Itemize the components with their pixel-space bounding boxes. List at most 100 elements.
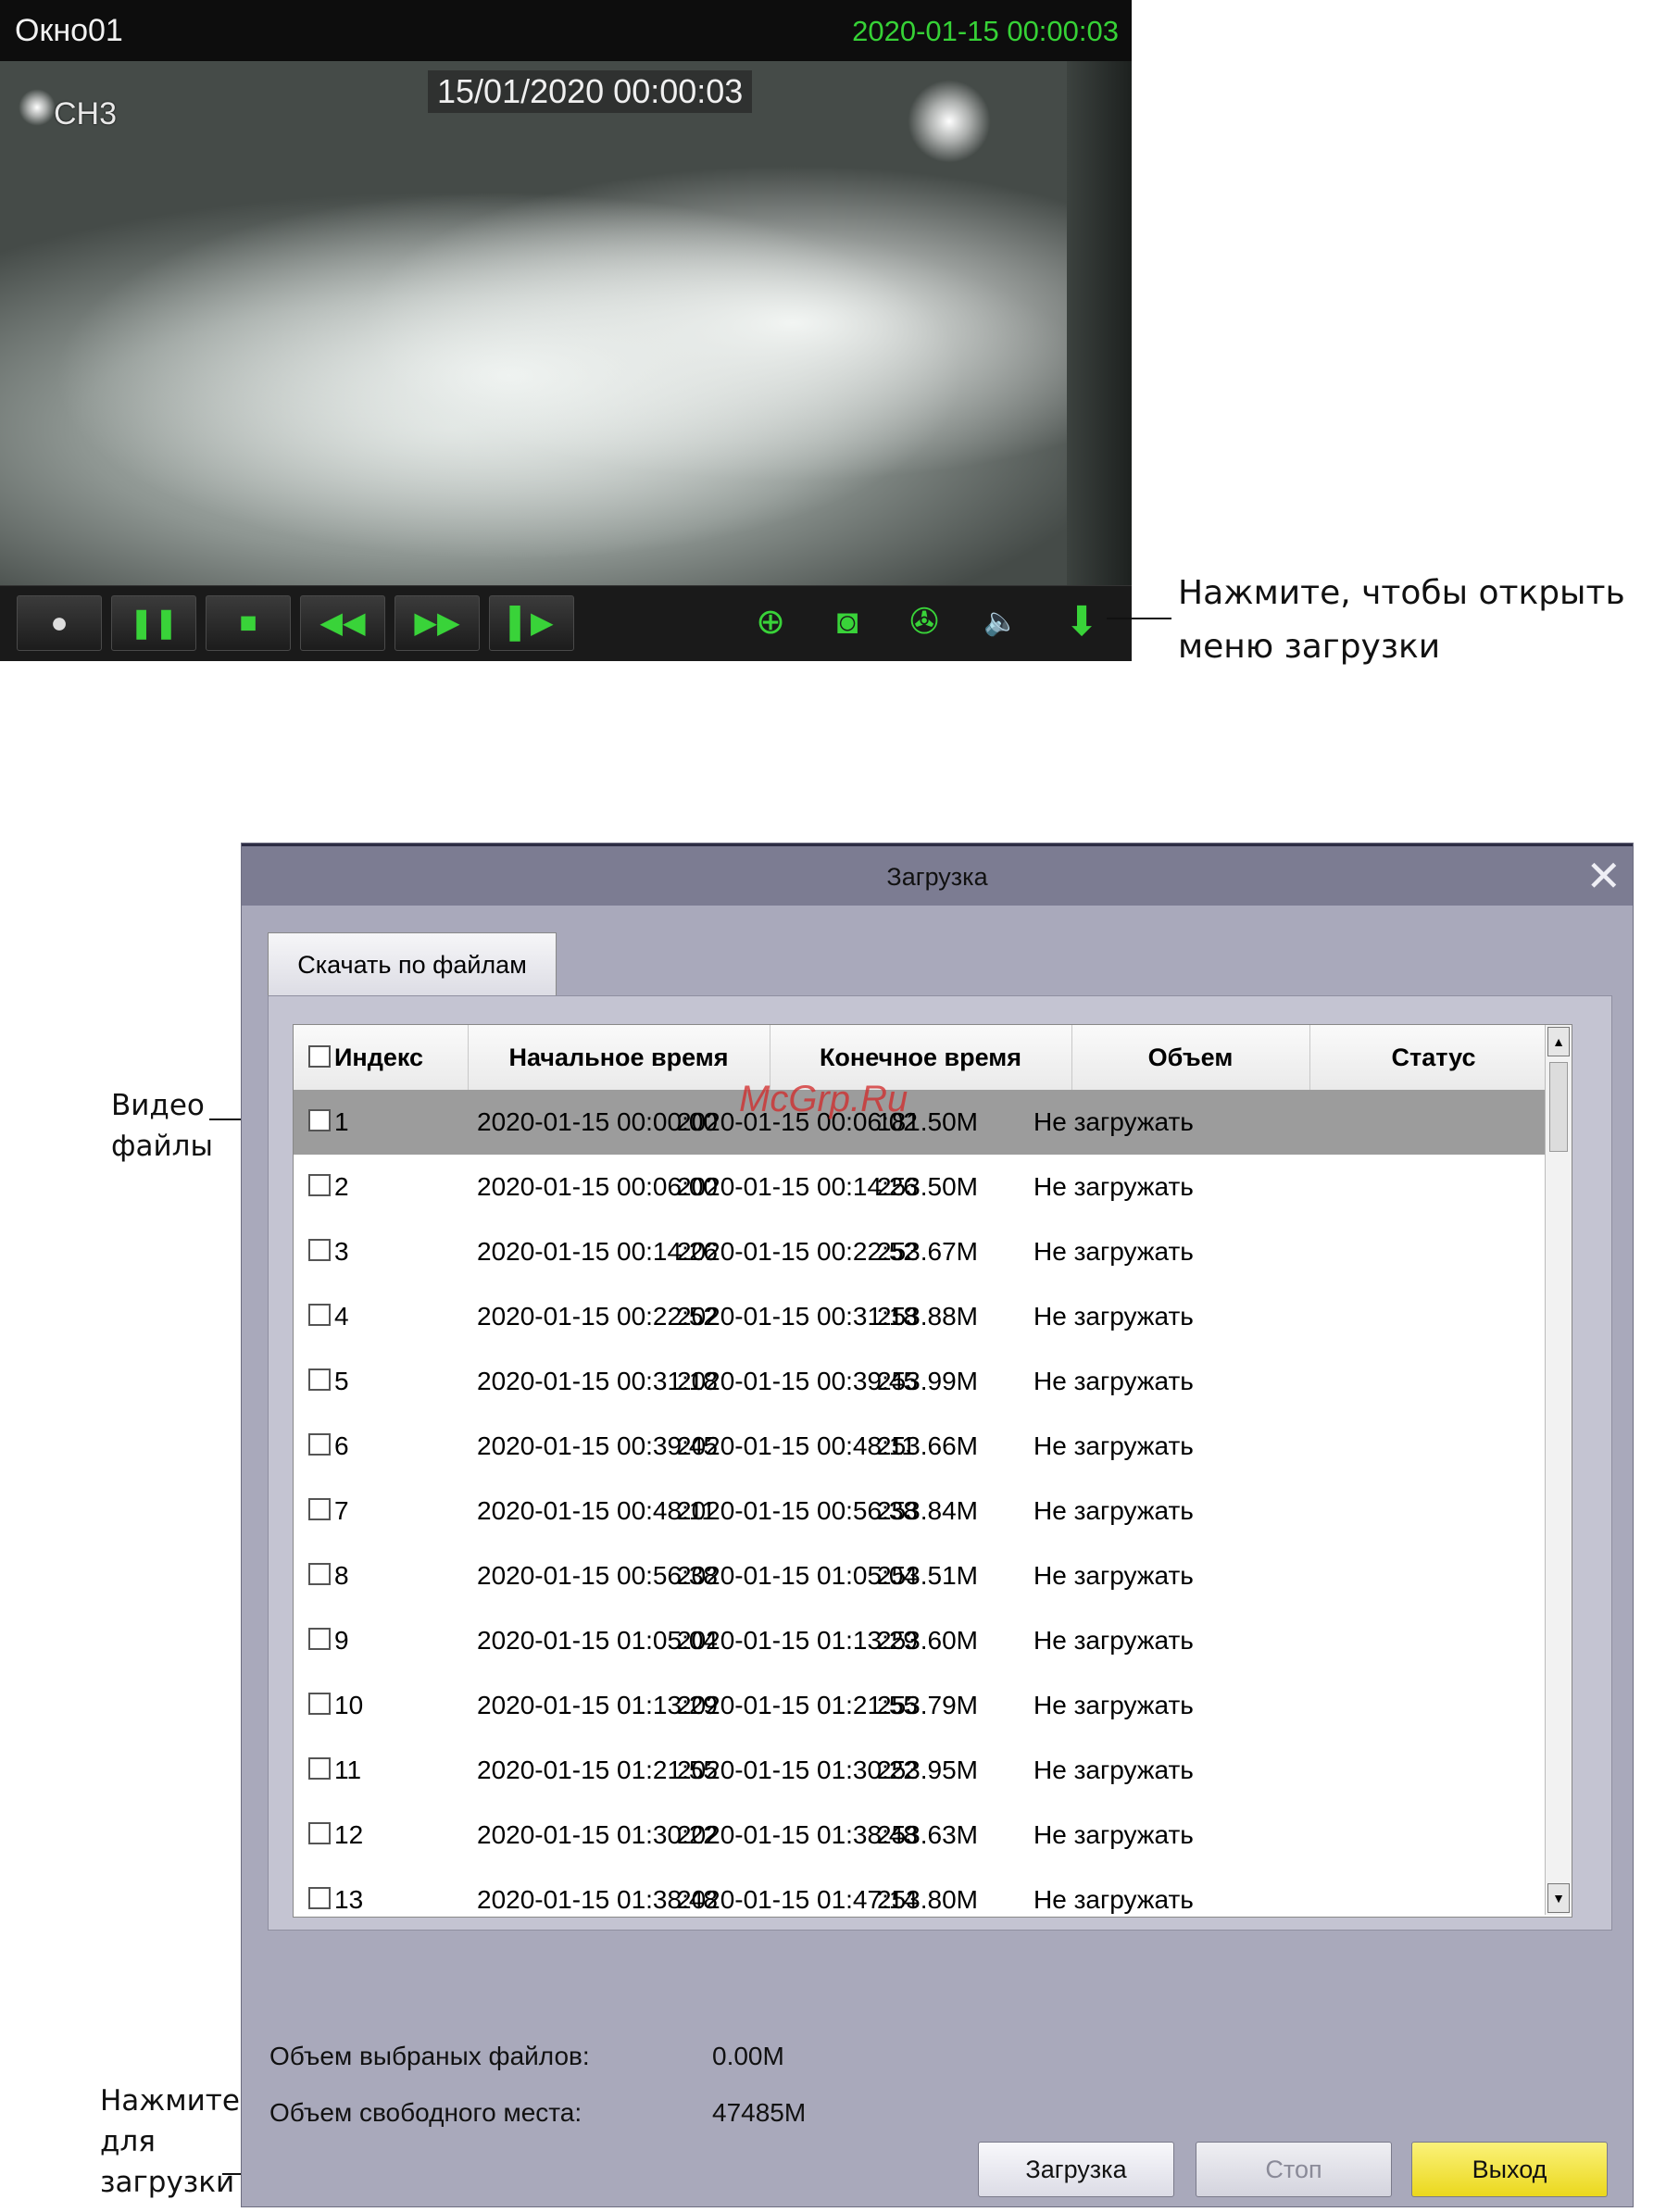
cell-size: 253.63M xyxy=(877,1820,978,1849)
cell-status: Не загружать xyxy=(1033,1756,1194,1784)
table-row[interactable]: 3 2020-01-15 00:14:26 2020-01-15 00:22:52 2… xyxy=(294,1219,1558,1284)
row-checkbox[interactable] xyxy=(308,1693,331,1715)
mute-icon: 🔈 xyxy=(983,606,1019,637)
row-checkbox[interactable] xyxy=(308,1563,331,1585)
table-scrollbar[interactable]: ▲ ▼ xyxy=(1545,1025,1572,1915)
stop-icon: ■ xyxy=(239,606,257,639)
cell-status: Не загружать xyxy=(1033,1107,1194,1136)
scrollbar-thumb[interactable] xyxy=(1549,1062,1568,1152)
table-row[interactable]: 12 2020-01-15 01:30:22 2020-01-15 01:38:48… xyxy=(294,1803,1558,1868)
pause-button[interactable]: ❚❚ xyxy=(111,595,196,651)
row-checkbox[interactable] xyxy=(308,1887,331,1909)
video-frame[interactable]: CH3 15/01/2020 00:00:03 xyxy=(0,61,1132,585)
scroll-down-icon[interactable]: ▼ xyxy=(1547,1883,1570,1913)
annotation-leader xyxy=(1107,618,1171,619)
table-row[interactable]: 13 2020-01-15 01:38:48 2020-01-15 01:47:14… xyxy=(294,1868,1558,1917)
column-header-start-time[interactable]: Начальное время xyxy=(468,1025,770,1090)
dialog-title: Загрузка xyxy=(886,863,988,891)
zoom-button[interactable]: ⊕ xyxy=(746,595,795,649)
download-button[interactable]: Загрузка xyxy=(978,2142,1174,2197)
row-checkbox[interactable] xyxy=(308,1304,331,1326)
cell-index: 11 xyxy=(334,1756,362,1784)
free-space-label: Объем свободного места: xyxy=(269,2098,582,2127)
table-row[interactable]: 8 2020-01-15 00:56:38 2020-01-15 01:05:04 2… xyxy=(294,1543,1558,1608)
cell-index: 1 xyxy=(334,1107,349,1136)
download-menu-button[interactable]: ⬇ xyxy=(1058,595,1106,649)
row-checkbox[interactable] xyxy=(308,1433,331,1456)
table-row[interactable]: 10 2020-01-15 01:13:29 2020-01-15 01:21:55… xyxy=(294,1673,1558,1738)
close-icon[interactable]: ✕ xyxy=(1585,852,1622,900)
cell-status: Не загружать xyxy=(1033,1691,1194,1719)
select-all-checkbox[interactable] xyxy=(308,1045,331,1068)
column-header-size[interactable]: Объем xyxy=(1071,1025,1310,1090)
fast-forward-button[interactable]: ▶▶ xyxy=(395,595,480,651)
row-checkbox[interactable] xyxy=(308,1498,331,1520)
annotation-line: Нажмите xyxy=(100,2084,240,2118)
annotation-line: файлы xyxy=(111,1130,213,1163)
table-row[interactable]: 4 2020-01-15 00:22:52 2020-01-15 00:31:18 2… xyxy=(294,1284,1558,1349)
record-icon: ✇ xyxy=(909,603,939,642)
camera-icon: ◙ xyxy=(836,603,858,642)
cell-size: 253.80M xyxy=(877,1885,978,1914)
annotation-line: загрузки xyxy=(100,2166,235,2199)
dialog-titlebar: Загрузка ✕ xyxy=(242,844,1633,906)
annotation-line: меню загрузки xyxy=(1178,628,1441,666)
rewind-button[interactable]: ◀◀ xyxy=(300,595,385,651)
channel-label: CH3 xyxy=(54,96,118,131)
record-button[interactable]: ✇ xyxy=(900,595,948,649)
row-checkbox[interactable] xyxy=(308,1239,331,1261)
row-checkbox[interactable] xyxy=(308,1368,331,1391)
files-panel: Индекс Начальное время Конечное время Об… xyxy=(268,995,1612,1931)
row-checkbox[interactable] xyxy=(308,1174,331,1196)
annotation-line: Нажмите, чтобы открыть xyxy=(1178,574,1625,612)
table-row[interactable]: 1 2020-01-15 00:00:00 2020-01-15 00:06:02 1… xyxy=(294,1090,1558,1155)
row-checkbox[interactable] xyxy=(308,1109,331,1131)
table-row[interactable]: 11 2020-01-15 01:21:55 2020-01-15 01:30:22… xyxy=(294,1738,1558,1803)
annotation-video-files: Видео файлы xyxy=(111,1085,213,1167)
watermark: McGrp.Ru xyxy=(739,1079,908,1119)
pause-icon: ❚❚ xyxy=(129,606,179,639)
free-space-value: 47485M xyxy=(712,2098,807,2127)
cell-size: 253.79M xyxy=(877,1691,978,1719)
cell-index: 4 xyxy=(334,1302,349,1331)
fast-forward-icon: ▶▶ xyxy=(414,606,460,639)
column-header-status[interactable]: Статус xyxy=(1309,1025,1558,1090)
cell-status: Не загружать xyxy=(1033,1820,1194,1849)
table-row[interactable]: 2 2020-01-15 00:06:00 2020-01-15 00:14:26 2… xyxy=(294,1155,1558,1219)
step-forward-icon: ▌▶ xyxy=(509,606,554,639)
mute-button[interactable]: 🔈 xyxy=(977,595,1025,649)
cell-index: 8 xyxy=(334,1561,349,1590)
download-icon: ⬇ xyxy=(1064,599,1099,644)
window-title: Окно01 xyxy=(15,13,123,48)
osd-time: 15/01/2020 00:00:03 xyxy=(428,70,753,113)
playback-controls: ● ❚❚ ■ ◀◀ ▶▶ ▌▶ ⊕ ◙ ✇ 🔈 ⬇ xyxy=(0,585,1132,661)
step-forward-button[interactable]: ▌▶ xyxy=(489,595,574,651)
table-row[interactable]: 9 2020-01-15 01:05:04 2020-01-15 01:13:29 2… xyxy=(294,1608,1558,1673)
table-row[interactable]: 6 2020-01-15 00:39:45 2020-01-15 00:48:11 2… xyxy=(294,1414,1558,1479)
column-header-index[interactable]: Индекс xyxy=(294,1025,469,1090)
row-checkbox[interactable] xyxy=(308,1822,331,1844)
row-checkbox[interactable] xyxy=(308,1628,331,1650)
snapshot-button[interactable]: ◙ xyxy=(823,595,871,649)
row-checkbox[interactable] xyxy=(308,1757,331,1780)
cell-status: Не загружать xyxy=(1033,1172,1194,1201)
cell-status: Не загружать xyxy=(1033,1496,1194,1525)
lamp-glow xyxy=(19,89,56,126)
cell-status: Не загружать xyxy=(1033,1237,1194,1266)
exit-button[interactable]: Выход xyxy=(1411,2142,1608,2197)
stop-button[interactable]: Стоп xyxy=(1196,2142,1392,2197)
cell-size: 253.50M xyxy=(877,1172,978,1201)
cell-index: 13 xyxy=(334,1885,364,1914)
table-row[interactable]: 7 2020-01-15 00:48:11 2020-01-15 00:56:38 2… xyxy=(294,1479,1558,1543)
annotation-line: для xyxy=(100,2125,156,2158)
cell-index: 10 xyxy=(334,1691,364,1719)
tab-download-by-files[interactable]: Скачать по файлам xyxy=(268,932,557,996)
annotation-line: Видео xyxy=(111,1089,205,1122)
scroll-up-icon[interactable]: ▲ xyxy=(1547,1027,1570,1056)
stop-button[interactable]: ■ xyxy=(206,595,291,651)
table-row[interactable]: 5 2020-01-15 00:31:18 2020-01-15 00:39:45 2… xyxy=(294,1349,1558,1414)
cell-status: Не загружать xyxy=(1033,1626,1194,1655)
play-button[interactable]: ● xyxy=(17,595,102,651)
play-icon: ● xyxy=(50,606,69,639)
cell-index: 3 xyxy=(334,1237,349,1266)
